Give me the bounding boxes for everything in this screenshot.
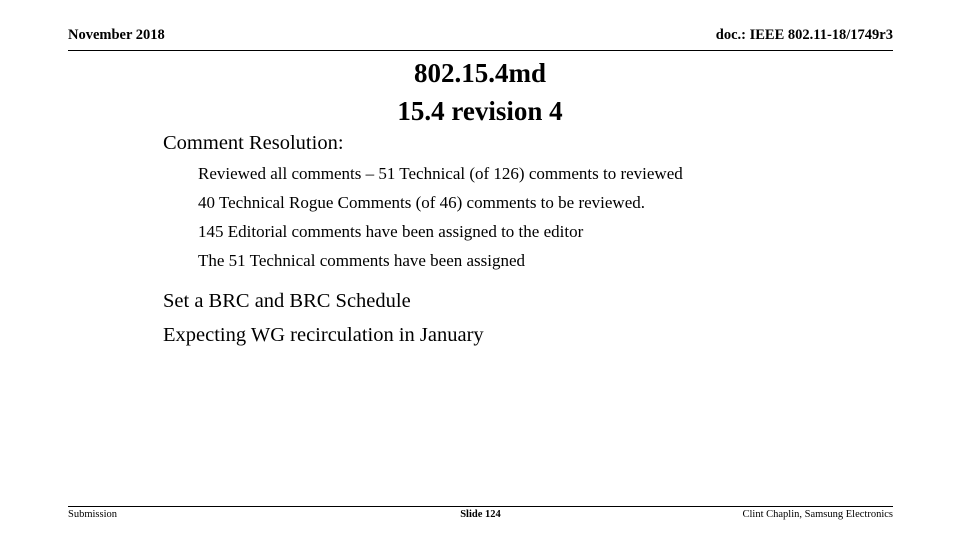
- body-subitem-technical-assigned: The 51 Technical comments have been assi…: [198, 250, 526, 270]
- body-line-brc-schedule: Set a BRC and BRC Schedule: [163, 289, 411, 312]
- slide: November 2018 doc.: IEEE 802.11-18/1749r…: [0, 0, 960, 540]
- header-document-id: doc.: IEEE 802.11-18/1749r3: [715, 27, 893, 43]
- slide-body: Comment Resolution: Reviewed all comment…: [163, 126, 903, 352]
- body-heading-comment-resolution: Comment Resolution:: [163, 132, 344, 154]
- body-subitem-editorial-comments: 145 Editorial comments have been assigne…: [198, 221, 584, 241]
- header-row: November 2018 doc.: IEEE 802.11-18/1749r…: [68, 27, 893, 44]
- footer-author: Clint Chaplin, Samsung Electronics: [742, 509, 894, 520]
- slide-footer: Submission Slide 124 Clint Chaplin, Sams…: [68, 509, 893, 525]
- slide-title: 802.15.4md 15.4 revision 4: [163, 54, 797, 131]
- header-date: November 2018: [68, 27, 165, 43]
- slide-header: November 2018 doc.: IEEE 802.11-18/1749r…: [68, 27, 893, 50]
- title-line-1: 802.15.4md: [413, 58, 546, 88]
- body-line-wg-recirculation: Expecting WG recirculation in January: [163, 323, 484, 346]
- footer-row: Submission Slide 124 Clint Chaplin, Sams…: [68, 509, 893, 525]
- title-line-2: 15.4 revision 4: [397, 96, 563, 127]
- body-subitem-reviewed-comments: Reviewed all comments – 51 Technical (of…: [198, 164, 683, 184]
- header-divider: [68, 50, 893, 51]
- footer-divider: [68, 506, 893, 507]
- body-subitem-rogue-comments: 40 Technical Rogue Comments (of 46) comm…: [198, 192, 645, 212]
